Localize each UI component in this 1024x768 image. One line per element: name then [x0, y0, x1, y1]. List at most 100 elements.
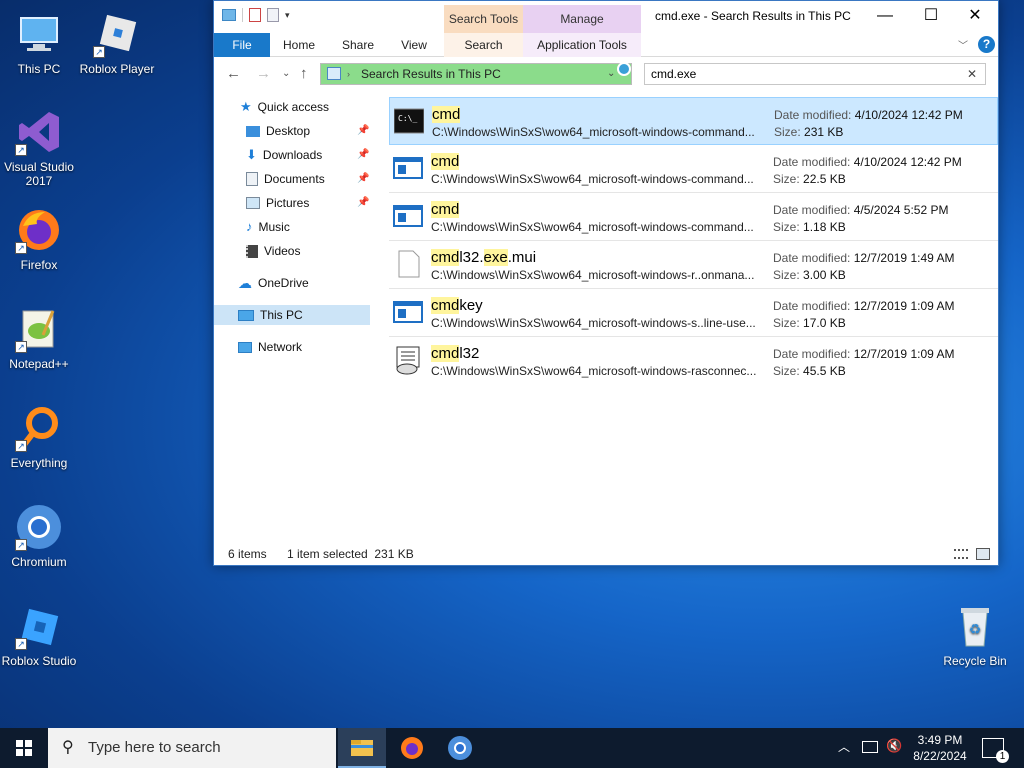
desktop-folder-icon	[246, 125, 260, 137]
maximize-button[interactable]: ☐	[908, 1, 954, 31]
desktop-icon-recycle-bin[interactable]: ♻ Recycle Bin	[937, 602, 1013, 668]
desktop-icon-roblox-studio[interactable]: ↗ Roblox Studio	[1, 602, 77, 668]
nav-label: Network	[258, 340, 303, 354]
tab-share[interactable]: Share	[336, 33, 380, 57]
tab-view[interactable]: View	[394, 33, 434, 57]
search-input[interactable]: cmd.exe ✕	[644, 63, 986, 85]
list-item[interactable]: cmdl32 C:\Windows\WinSxS\wow64_microsoft…	[389, 337, 998, 385]
date-value: 12/7/2019 1:09 AM	[853, 347, 955, 361]
search-value: cmd.exe	[651, 67, 697, 81]
shortcut-arrow-icon: ↗	[15, 144, 27, 156]
windows-logo-icon	[16, 740, 32, 756]
taskbar-firefox[interactable]	[388, 728, 436, 768]
shortcut-arrow-icon: ↗	[15, 341, 27, 353]
clock-time: 3:49 PM	[917, 733, 963, 747]
list-item[interactable]: cmd C:\Windows\WinSxS\wow64_microsoft-wi…	[389, 145, 998, 193]
file-size: Size: 1.18 KB	[773, 220, 846, 234]
nav-label: Desktop	[266, 124, 311, 138]
file-path: C:\Windows\WinSxS\wow64_microsoft-window…	[431, 220, 754, 234]
notification-center-button[interactable]: 1	[982, 738, 1009, 763]
size-label: Size:	[773, 364, 800, 378]
list-item[interactable]: cmd C:\Windows\WinSxS\wow64_microsoft-wi…	[389, 193, 998, 241]
tab-home[interactable]: Home	[276, 33, 322, 57]
clock[interactable]: 3:49 PM 8/22/2024	[905, 732, 975, 764]
nav-music[interactable]: ♪ Music	[246, 217, 290, 237]
address-dropdown-icon[interactable]: ⌄	[607, 64, 615, 84]
expand-ribbon-icon[interactable]: ﹀	[958, 37, 968, 52]
music-note-icon: ♪	[246, 219, 253, 234]
nav-quick-access[interactable]: ★ Quick access	[240, 97, 329, 117]
desktop-icon-everything[interactable]: ↗ Everything	[1, 404, 77, 470]
address-bar[interactable]: › Search Results in This PC ⌄	[320, 62, 632, 85]
size-label: Size:	[773, 316, 800, 330]
nav-this-pc[interactable]: This PC	[214, 305, 370, 325]
nav-videos[interactable]: Videos	[246, 241, 300, 261]
properties-icon[interactable]	[249, 8, 261, 22]
chevron-down-icon[interactable]: ▾	[285, 10, 290, 21]
breadcrumb-chevron-icon: ›	[347, 69, 350, 79]
start-button[interactable]	[0, 728, 48, 768]
list-item[interactable]: cmdkey C:\Windows\WinSxS\wow64_microsoft…	[389, 289, 998, 337]
minimize-button[interactable]: —	[862, 1, 908, 31]
nav-downloads[interactable]: ⬇ Downloads	[246, 145, 322, 165]
tab-search[interactable]: Search	[444, 33, 523, 57]
file-size: Size: 3.00 KB	[773, 268, 846, 282]
details-view-icon[interactable]	[954, 549, 968, 559]
title-bar: ▾ Search Tools Manage cmd.exe - Search R…	[214, 1, 998, 33]
tab-application-tools[interactable]: Application Tools	[523, 33, 641, 57]
date-label: Date modified:	[773, 347, 851, 361]
divider	[242, 8, 243, 22]
size-value: 231 KB	[804, 125, 844, 139]
blank-file-icon	[393, 249, 423, 279]
desktop-icon-firefox[interactable]: ↗ Firefox	[1, 206, 77, 272]
desktop-icon-visual-studio[interactable]: ↗ Visual Studio 2017	[1, 108, 77, 188]
up-button[interactable]: ↑	[300, 65, 308, 82]
nav-pictures[interactable]: Pictures	[246, 193, 309, 213]
recent-locations-button[interactable]: ⌄	[282, 68, 290, 79]
show-hidden-icons-button[interactable]: ︿	[838, 738, 850, 755]
desktop-icon-roblox-player[interactable]: ↗ Roblox Player	[79, 10, 155, 76]
nav-documents[interactable]: Documents	[246, 169, 325, 189]
date-label: Date modified:	[774, 108, 852, 122]
list-item[interactable]: C:\_ cmd C:\Windows\WinSxS\wow64_microso…	[389, 97, 998, 145]
pin-icon[interactable]: 📌	[357, 173, 369, 184]
taskbar: ⚲ Type here to search ︿ 🔇 3:49 PM 8/22/2…	[0, 728, 1024, 768]
file-name: cmdkey	[431, 297, 483, 314]
list-item[interactable]: cmdl32.exe.mui C:\Windows\WinSxS\wow64_m…	[389, 241, 998, 289]
pin-icon[interactable]: 📌	[357, 125, 369, 136]
desktop-icon-chromium[interactable]: ↗ Chromium	[1, 503, 77, 569]
match-highlight: cmd	[431, 249, 460, 266]
shortcut-arrow-icon: ↗	[15, 539, 27, 551]
taskbar-file-explorer[interactable]	[338, 728, 386, 768]
shortcut-arrow-icon: ↗	[15, 242, 27, 254]
large-icons-view-icon[interactable]	[976, 548, 990, 560]
network-status-icon[interactable]	[862, 741, 878, 753]
date-label: Date modified:	[773, 251, 851, 265]
notepadpp-icon: ↗	[15, 305, 63, 353]
size-value: 17.0 KB	[803, 316, 846, 330]
taskbar-search-box[interactable]: ⚲ Type here to search	[48, 728, 336, 768]
match-highlight: exe	[483, 249, 508, 266]
nav-label: Documents	[264, 172, 325, 186]
desktop-icon-this-pc[interactable]: This PC	[1, 10, 77, 76]
recycle-bin-icon: ♻	[951, 602, 999, 650]
tab-file[interactable]: File	[214, 33, 270, 57]
nav-onedrive[interactable]: ☁ OneDrive	[238, 273, 309, 293]
close-button[interactable]: ✕	[952, 1, 998, 31]
pin-icon[interactable]: 📌	[357, 149, 369, 160]
help-icon[interactable]: ?	[978, 36, 995, 53]
nav-network[interactable]: Network	[238, 337, 302, 357]
file-explorer-window: ▾ Search Tools Manage cmd.exe - Search R…	[213, 0, 999, 566]
desktop-icon-notepadpp[interactable]: ↗ Notepad++	[1, 305, 77, 371]
nav-desktop[interactable]: Desktop	[246, 121, 310, 141]
taskbar-chromium[interactable]	[436, 728, 484, 768]
selection-info: 1 item selected 231 KB	[287, 547, 414, 561]
forward-button[interactable]: →	[256, 65, 271, 82]
pin-icon[interactable]: 📌	[357, 197, 369, 208]
new-folder-icon[interactable]	[267, 8, 279, 22]
desktop-icon-label: Recycle Bin	[943, 654, 1007, 668]
back-button[interactable]: ←	[226, 65, 241, 82]
volume-muted-icon[interactable]: 🔇	[886, 738, 902, 754]
clear-search-icon[interactable]: ✕	[967, 64, 977, 84]
match-highlight: cmd	[432, 106, 461, 123]
